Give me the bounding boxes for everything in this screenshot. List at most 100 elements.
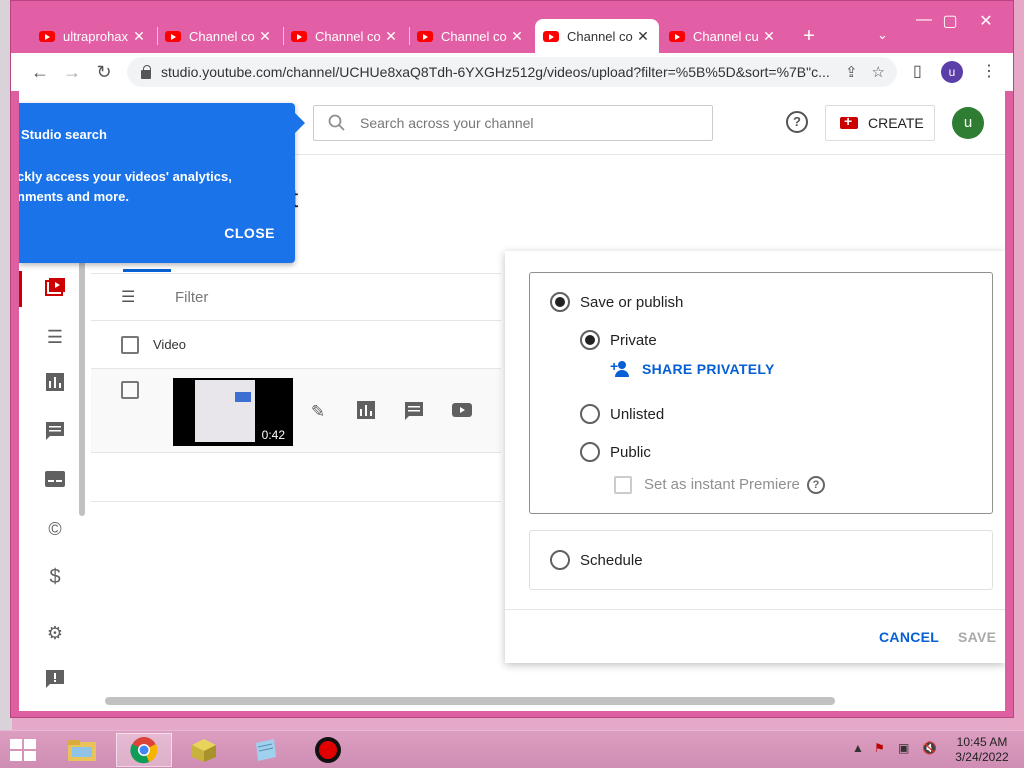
address-bar[interactable]: studio.youtube.com/channel/UCHUe8xaQ8Tdh… <box>127 57 897 87</box>
instant-premiere-checkbox[interactable] <box>614 476 632 494</box>
share-privately-label: SHARE PRIVATELY <box>642 361 775 377</box>
tray-expand-icon[interactable]: ▲ <box>852 741 864 755</box>
sidebar-item-content[interactable] <box>43 277 67 301</box>
tooltip-body: ckly access your videos' analytics, nmen… <box>19 167 277 207</box>
share-privately-button[interactable]: + SHARE PRIVATELY <box>610 358 775 377</box>
tooltip-line-2: nments and more. <box>19 189 129 204</box>
filter-placeholder[interactable]: Filter <box>175 289 208 306</box>
table-row[interactable]: 0:42 ✎ <box>91 369 501 453</box>
sidebar-item-earn[interactable]: $ <box>43 565 67 589</box>
row-youtube-icon[interactable] <box>451 401 473 423</box>
schedule-section[interactable]: Schedule <box>529 530 993 590</box>
save-or-publish-section[interactable]: Save or publish Private + SHARE PRIVATEL… <box>529 272 993 514</box>
private-label[interactable]: Private <box>610 332 657 349</box>
subtitles-icon <box>45 471 65 487</box>
browser-tab-2[interactable]: Channel co ✕ <box>157 19 281 53</box>
lock-icon <box>141 64 151 79</box>
network-icon[interactable]: ▣ <box>898 741 909 755</box>
horizontal-scrollbar[interactable] <box>105 697 835 705</box>
back-arrow-icon[interactable]: ← <box>27 59 53 85</box>
unlisted-label[interactable]: Unlisted <box>610 406 664 423</box>
tooltip-close-button[interactable]: CLOSE <box>224 225 275 241</box>
browser-tab-4[interactable]: Channel co ✕ <box>409 19 533 53</box>
schedule-label[interactable]: Schedule <box>580 552 643 569</box>
browser-window: ultraprohax ✕ Channel co ✕ Channel co ✕ … <box>10 0 1014 718</box>
browser-tab-5-active[interactable]: Channel co ✕ <box>535 19 659 53</box>
unlisted-radio[interactable] <box>580 404 600 424</box>
tab-label: Channel co <box>315 28 381 44</box>
profile-avatar[interactable]: u <box>941 61 963 83</box>
sidebar-item-settings[interactable]: ⚙ <box>43 621 67 645</box>
sidebar-item-copyright[interactable]: © <box>43 517 67 541</box>
youtube-favicon-icon <box>165 30 181 42</box>
save-or-publish-label[interactable]: Save or publish <box>580 294 683 311</box>
premiere-help-icon[interactable]: ? <box>807 476 825 494</box>
channel-avatar[interactable]: u <box>952 107 984 139</box>
tab-close-icon[interactable]: ✕ <box>257 28 273 45</box>
forward-arrow-icon[interactable]: → <box>59 59 85 85</box>
public-radio[interactable] <box>580 442 600 462</box>
schedule-radio[interactable] <box>550 550 570 570</box>
taskbar-chrome[interactable] <box>116 733 172 767</box>
tab-close-icon[interactable]: ✕ <box>635 28 651 45</box>
windows-start-button[interactable] <box>10 739 38 761</box>
bookmark-star-icon[interactable]: ☆ <box>872 63 885 81</box>
taskbar-recorder[interactable] <box>300 733 356 767</box>
save-button[interactable]: SAVE <box>958 629 996 645</box>
private-radio[interactable] <box>580 330 600 350</box>
search-icon <box>328 114 345 131</box>
comments-icon <box>46 422 64 440</box>
youtube-favicon-icon <box>543 30 559 42</box>
tab-close-icon[interactable]: ✕ <box>131 28 147 45</box>
close-window-icon[interactable]: ✕ <box>971 11 1001 31</box>
edit-pencil-icon[interactable]: ✎ <box>307 401 329 423</box>
chrome-icon <box>130 737 158 764</box>
gear-icon: ⚙ <box>46 623 64 643</box>
sidebar-item-playlists[interactable]: ☰ <box>43 325 67 349</box>
browser-tab-1[interactable]: ultraprohax ✕ <box>31 19 155 53</box>
sidebar-item-feedback[interactable] <box>43 669 67 693</box>
maximize-icon[interactable]: ▢ <box>935 11 965 31</box>
filter-icon[interactable]: ☰ <box>121 287 141 307</box>
filter-bar[interactable]: ☰ Filter <box>91 273 501 321</box>
tab-close-icon[interactable]: ✕ <box>383 28 399 45</box>
browser-tab-6[interactable]: Channel cu ✕ <box>661 19 785 53</box>
tab-close-icon[interactable]: ✕ <box>509 28 525 45</box>
youtube-favicon-icon <box>39 30 55 42</box>
sidebar-item-analytics[interactable] <box>43 373 67 397</box>
create-button[interactable]: CREATE <box>825 105 935 141</box>
tab-close-icon[interactable]: ✕ <box>761 28 777 45</box>
studio-search-tooltip: Studio search ckly access your videos' a… <box>19 103 305 263</box>
public-label[interactable]: Public <box>610 444 651 461</box>
url-text[interactable]: studio.youtube.com/channel/UCHUe8xaQ8Tdh… <box>161 64 845 80</box>
save-or-publish-radio[interactable] <box>550 292 570 312</box>
select-all-checkbox[interactable] <box>121 335 139 354</box>
table-header: Video <box>91 321 501 369</box>
cancel-button[interactable]: CANCEL <box>879 629 939 645</box>
video-thumbnail[interactable]: 0:42 <box>173 378 293 446</box>
taskbar-file-explorer[interactable] <box>54 733 110 767</box>
row-analytics-icon[interactable] <box>355 401 377 423</box>
search-box[interactable] <box>313 105 713 141</box>
action-center-flag-icon[interactable]: ⚑ <box>874 741 885 755</box>
sidebar-item-comments[interactable] <box>43 421 67 445</box>
row-checkbox[interactable] <box>121 381 139 399</box>
dollar-icon: $ <box>49 566 61 588</box>
taskbar-archive-app[interactable] <box>176 733 232 767</box>
browser-tab-3[interactable]: Channel co ✕ <box>283 19 407 53</box>
side-panel-icon[interactable]: ▯ <box>913 61 922 81</box>
new-tab-plus-icon[interactable]: + <box>797 25 821 48</box>
browser-menu-icon[interactable]: ⋮ <box>981 61 997 81</box>
row-comments-icon[interactable] <box>403 401 425 423</box>
taskbar-notepad[interactable] <box>238 733 294 767</box>
tab-search-chevron-icon[interactable]: ⌄ <box>877 27 888 43</box>
share-page-icon[interactable]: ⇪ <box>845 63 858 81</box>
help-icon[interactable]: ? <box>786 111 808 133</box>
volume-muted-icon[interactable]: 🔇 <box>922 741 937 755</box>
reload-icon[interactable]: ↻ <box>91 59 117 85</box>
system-clock[interactable]: 10:45 AM 3/24/2022 <box>950 735 1014 765</box>
search-input[interactable] <box>360 115 690 131</box>
create-video-icon <box>840 113 858 129</box>
sidebar-item-subtitles[interactable] <box>43 469 67 493</box>
sidebar-scrollbar[interactable] <box>79 261 85 516</box>
